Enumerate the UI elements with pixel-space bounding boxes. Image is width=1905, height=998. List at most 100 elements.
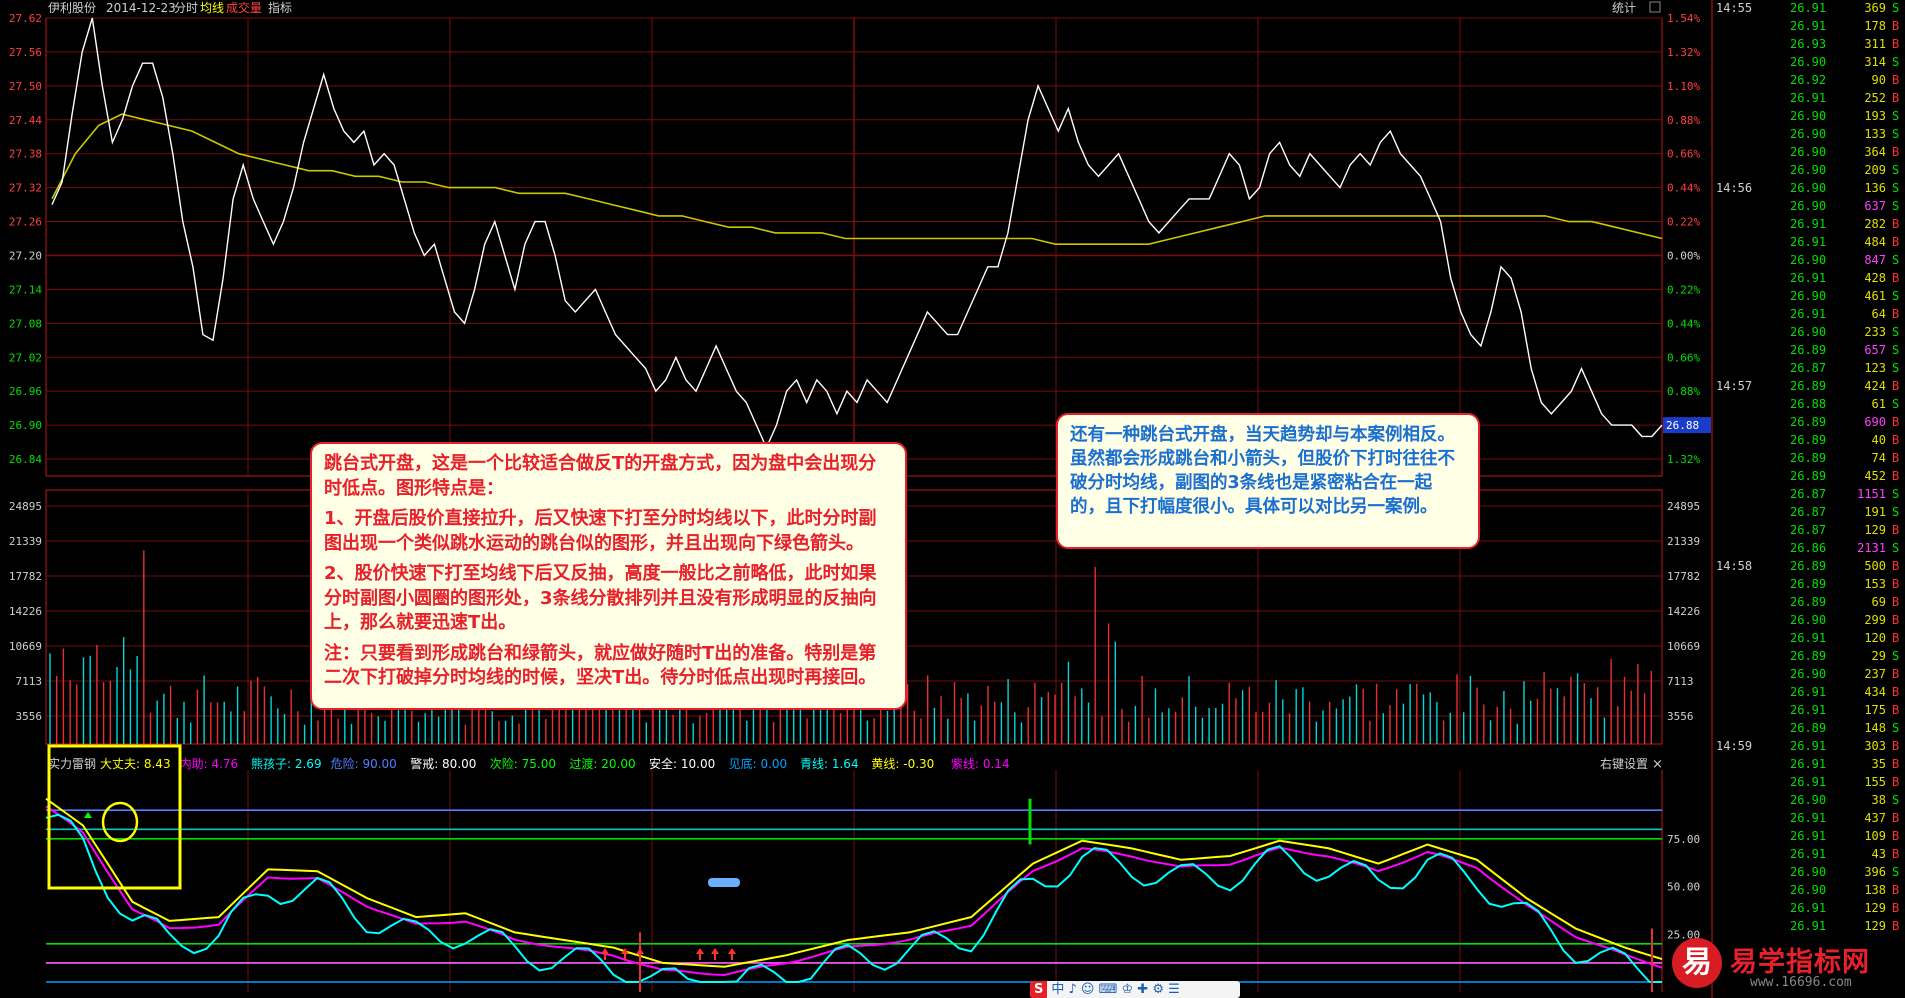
tick-side: S — [1892, 397, 1899, 411]
tick-volume: 233 — [1864, 325, 1886, 339]
tick-side: S — [1892, 541, 1899, 555]
tick-price: 26.91 — [1790, 739, 1826, 753]
tick-side: B — [1892, 73, 1899, 87]
tick-side: B — [1892, 703, 1899, 717]
tick-price: 26.91 — [1790, 307, 1826, 321]
tick-side: S — [1892, 721, 1899, 735]
tick-side: B — [1892, 631, 1899, 645]
tick-volume: 35 — [1872, 757, 1886, 771]
tick-volume: 138 — [1864, 883, 1886, 897]
tick-price: 26.90 — [1790, 55, 1826, 69]
tick-side: B — [1892, 271, 1899, 285]
tick-price: 26.90 — [1790, 793, 1826, 807]
tick-price: 26.89 — [1790, 433, 1826, 447]
pct-tick-label: 0.44% — [1667, 317, 1700, 330]
tick-side: S — [1892, 505, 1899, 519]
price-tick-label: 27.20 — [9, 249, 42, 262]
tick-time: 14:57 — [1716, 379, 1752, 393]
indicator-value-10: 黄线: -0.30 — [871, 757, 934, 771]
volume-tick-label-right: 3556 — [1667, 710, 1694, 723]
annotation-box-right: 还有一种跳台式开盘，当天趋势却与本案例相反。虽然都会形成跳台和小箭头，但股价下打… — [1056, 413, 1480, 549]
tick-volume: 136 — [1864, 181, 1886, 195]
tick-volume: 237 — [1864, 667, 1886, 681]
price-tick-label: 26.84 — [9, 453, 42, 466]
tick-price: 26.89 — [1790, 415, 1826, 429]
tick-volume: 637 — [1864, 199, 1886, 213]
indicator-settings-button: 右键设置 — [1600, 756, 1648, 771]
tick-volume: 191 — [1864, 505, 1886, 519]
tick-time: 14:59 — [1716, 739, 1752, 753]
volume-tick-label-right: 14226 — [1667, 605, 1700, 618]
indicator-value-1: 内助: 4.76 — [180, 757, 239, 771]
volume-tick-label: 17782 — [9, 570, 42, 583]
tooltip-pill — [708, 878, 740, 887]
tick-price: 26.91 — [1790, 631, 1826, 645]
tick-side: S — [1892, 361, 1899, 375]
tick-side: B — [1892, 667, 1899, 681]
tick-price: 26.91 — [1790, 703, 1826, 717]
tick-side: S — [1892, 793, 1899, 807]
tick-price: 26.90 — [1790, 289, 1826, 303]
price-tick-label: 27.50 — [9, 80, 42, 93]
price-tick-label: 27.62 — [9, 12, 42, 25]
tick-price: 26.87 — [1790, 523, 1826, 537]
indicator-value-8: 见底: 0.00 — [729, 756, 788, 771]
price-tick-label: 26.96 — [9, 385, 42, 398]
tick-side: S — [1892, 1, 1899, 15]
toolbar-icons[interactable]: 中 ♪ ☺ ⌨ ♔ ✚ ⚙ ☰ — [1051, 982, 1179, 997]
tick-side: B — [1892, 235, 1899, 249]
volume-tick-label: 24895 — [9, 500, 42, 513]
volume-tick-label-right: 21339 — [1667, 535, 1700, 548]
tick-side: B — [1892, 919, 1899, 933]
tick-price: 26.89 — [1790, 379, 1826, 393]
pct-tick-label: 0.22% — [1667, 216, 1700, 229]
tick-price: 26.90 — [1790, 613, 1826, 627]
tick-side: B — [1892, 595, 1899, 609]
watermark-site-name: 易学指标网 — [1730, 947, 1870, 978]
pct-tick-label: 0.88% — [1667, 114, 1700, 127]
tick-price: 26.90 — [1790, 865, 1826, 879]
tick-side: B — [1892, 19, 1899, 33]
tick-price: 26.91 — [1790, 847, 1826, 861]
tick-volume: 500 — [1864, 559, 1886, 573]
tick-volume: 847 — [1864, 253, 1886, 267]
tick-side: B — [1892, 847, 1899, 861]
indicator-value-2: 熊孩子: 2.69 — [251, 756, 322, 771]
tick-volume: 303 — [1864, 739, 1886, 753]
tick-side: B — [1892, 775, 1899, 789]
indicator-tick-label: 75.00 — [1667, 833, 1700, 846]
tick-volume: 43 — [1872, 847, 1886, 861]
tick-price: 26.92 — [1790, 73, 1826, 87]
tick-side: B — [1892, 685, 1899, 699]
annotation-left-p2: 1、开盘后股价直接拉升，后又快速下打至分时均线以下，此时分时副图出现一个类似跳水… — [324, 508, 877, 554]
tick-side: S — [1892, 109, 1899, 123]
tick-side: B — [1892, 829, 1899, 843]
highlight-circle — [101, 801, 139, 843]
tick-side: S — [1892, 55, 1899, 69]
indicator-close-icon: × — [1652, 757, 1663, 772]
sogou-icon[interactable]: S — [1030, 981, 1048, 998]
tick-side: S — [1892, 199, 1899, 213]
tick-volume: 299 — [1864, 613, 1886, 627]
intraday-chart[interactable]: 伊利股份 2014-12-23分时 均线 成交量 指标 统计 27.62 1.54% 27.56… — [0, 0, 1905, 998]
volume-tick-label-right: 24895 — [1667, 500, 1700, 513]
chart-mode: 分时 — [174, 1, 198, 15]
tick-side: S — [1892, 325, 1899, 339]
tick-volume: 428 — [1864, 271, 1886, 285]
tick-side: S — [1892, 289, 1899, 303]
tick-side: S — [1892, 487, 1899, 501]
tick-volume: 148 — [1864, 721, 1886, 735]
tick-volume: 175 — [1864, 703, 1886, 717]
tick-side: S — [1892, 163, 1899, 177]
floating-toolbar[interactable]: S中 ♪ ☺ ⌨ ♔ ✚ ⚙ ☰ — [1030, 981, 1240, 998]
pct-tick-label: 0.44% — [1667, 182, 1700, 195]
price-tick-label: 27.14 — [9, 283, 42, 296]
pct-tick-label: 1.54% — [1667, 12, 1700, 25]
tick-side: B — [1892, 433, 1899, 447]
avg-price-line — [51, 113, 1663, 245]
volume-tick-label: 14226 — [9, 605, 42, 618]
tick-volume: 193 — [1864, 109, 1886, 123]
pct-tick-label: 1.32% — [1667, 46, 1700, 59]
watermark-logo-icon: 易 — [1672, 938, 1722, 988]
tick-volume: 690 — [1864, 415, 1886, 429]
